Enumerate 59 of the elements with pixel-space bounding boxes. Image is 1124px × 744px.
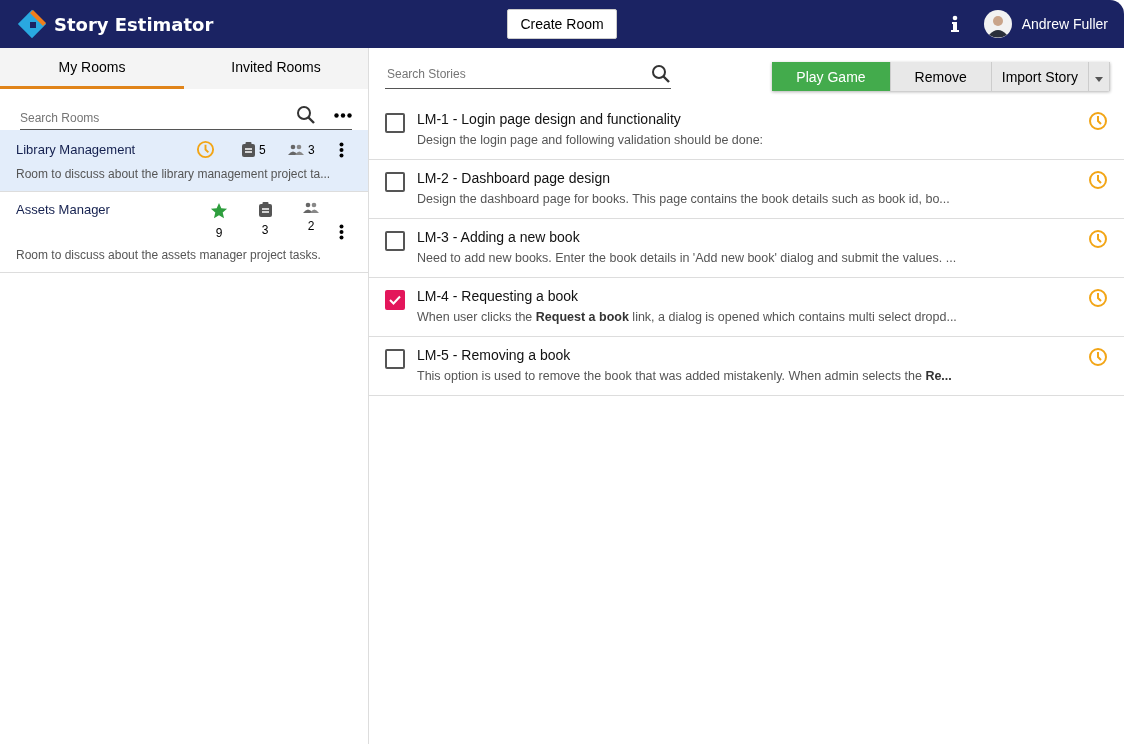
toolbar-button[interactable]: Import Story [991,62,1089,91]
clock-icon [1088,170,1108,190]
info-icon[interactable] [949,15,960,33]
story-title: LM-3 - Adding a new book [417,229,581,245]
check-icon [388,293,402,307]
caret-icon [1095,76,1103,82]
search-icon[interactable] [296,105,316,125]
member-count: 3 [308,142,315,157]
clipboard-icon [242,142,255,157]
room-item[interactable]: Assets Manager 9 3 2 Room to discuss about the assets manager project tasks. [0,192,368,273]
story-item[interactable]: LM-2 - Dashboard page design Design the dashboard page for books. This page contains the book details such as book id, bo... [369,160,1124,219]
story-title: LM-4 - Requesting a book [417,288,580,304]
story-count: 3 [261,223,269,237]
checkbox[interactable] [385,172,405,192]
story-description: Design the login page and following validation should be done: [417,133,765,147]
story-title: LM-2 - Dashboard page design [417,170,611,186]
story-description: Need to add new books. Enter the book details in 'Add new book' dialog and submit the values. ... [417,251,958,265]
clock-icon [1088,288,1108,308]
more-vertical-icon[interactable] [339,224,344,240]
story-description: When user clicks the Request a book link, a dialog is opened which contains multi select dropd... [417,310,958,324]
more-vertical-icon[interactable] [339,141,344,158]
clock-icon [196,140,215,159]
story-item[interactable]: LM-3 - Adding a new book Need to add new books. Enter the book details in 'Add new book' dialog and submit the values. ... [369,219,1124,278]
story-title: LM-1 - Login page design and functionality [417,111,682,127]
people-icon [303,202,319,213]
story-item[interactable]: LM-1 - Login page design and functionality Design the login page and following validation should be done: [369,101,1124,160]
checkbox[interactable] [385,231,405,251]
checkbox[interactable] [385,349,405,369]
app-title: Story Estimator [54,13,214,35]
user-name: Andrew Fuller [1021,16,1108,32]
story-item[interactable]: LM-5 - Removing a book This option is used to remove the book that was added mistakenly. When admin selects the Re... [369,337,1124,396]
checkbox[interactable] [385,113,405,133]
checkbox[interactable] [385,290,405,310]
room-description: Room to discuss about the library management project ta... [16,167,332,181]
dropdown-button[interactable] [1089,62,1110,91]
member-count: 2 [307,219,315,233]
create-room-button[interactable]: Create Room [507,9,617,39]
search-icon[interactable] [651,64,671,84]
story-count: 5 [259,142,266,157]
more-icon[interactable] [334,112,352,118]
star-icon [210,202,228,220]
room-name: Assets Manager [16,202,111,217]
user-avatar[interactable] [983,10,1012,38]
room-name: Library Management [16,142,137,157]
clock-icon [1088,347,1108,367]
story-title: LM-5 - Removing a book [417,347,572,363]
clock-icon [1088,111,1108,131]
story-description: Design the dashboard page for books. This page contains the book details such as book id, bo... [417,192,951,206]
room-item[interactable]: Library Management 5 3 Room to discuss about the library management project ta... [0,130,368,192]
rooms-tab[interactable]: My Rooms [0,48,184,89]
story-item[interactable]: LM-4 - Requesting a book When user clicks the Request a book link, a dialog is opened which contains multi select dropd... [369,278,1124,337]
people-icon [288,144,304,155]
story-description: This option is used to remove the book that was added mistakenly. When admin selects the Re... [417,369,953,383]
room-description: Room to discuss about the assets manager project tasks. [16,248,322,262]
toolbar-button[interactable]: Remove [890,62,992,91]
clock-icon [1088,229,1108,249]
clipboard-icon [258,202,272,217]
rooms-tab[interactable]: Invited Rooms [184,48,368,89]
star-count: 9 [215,226,223,240]
